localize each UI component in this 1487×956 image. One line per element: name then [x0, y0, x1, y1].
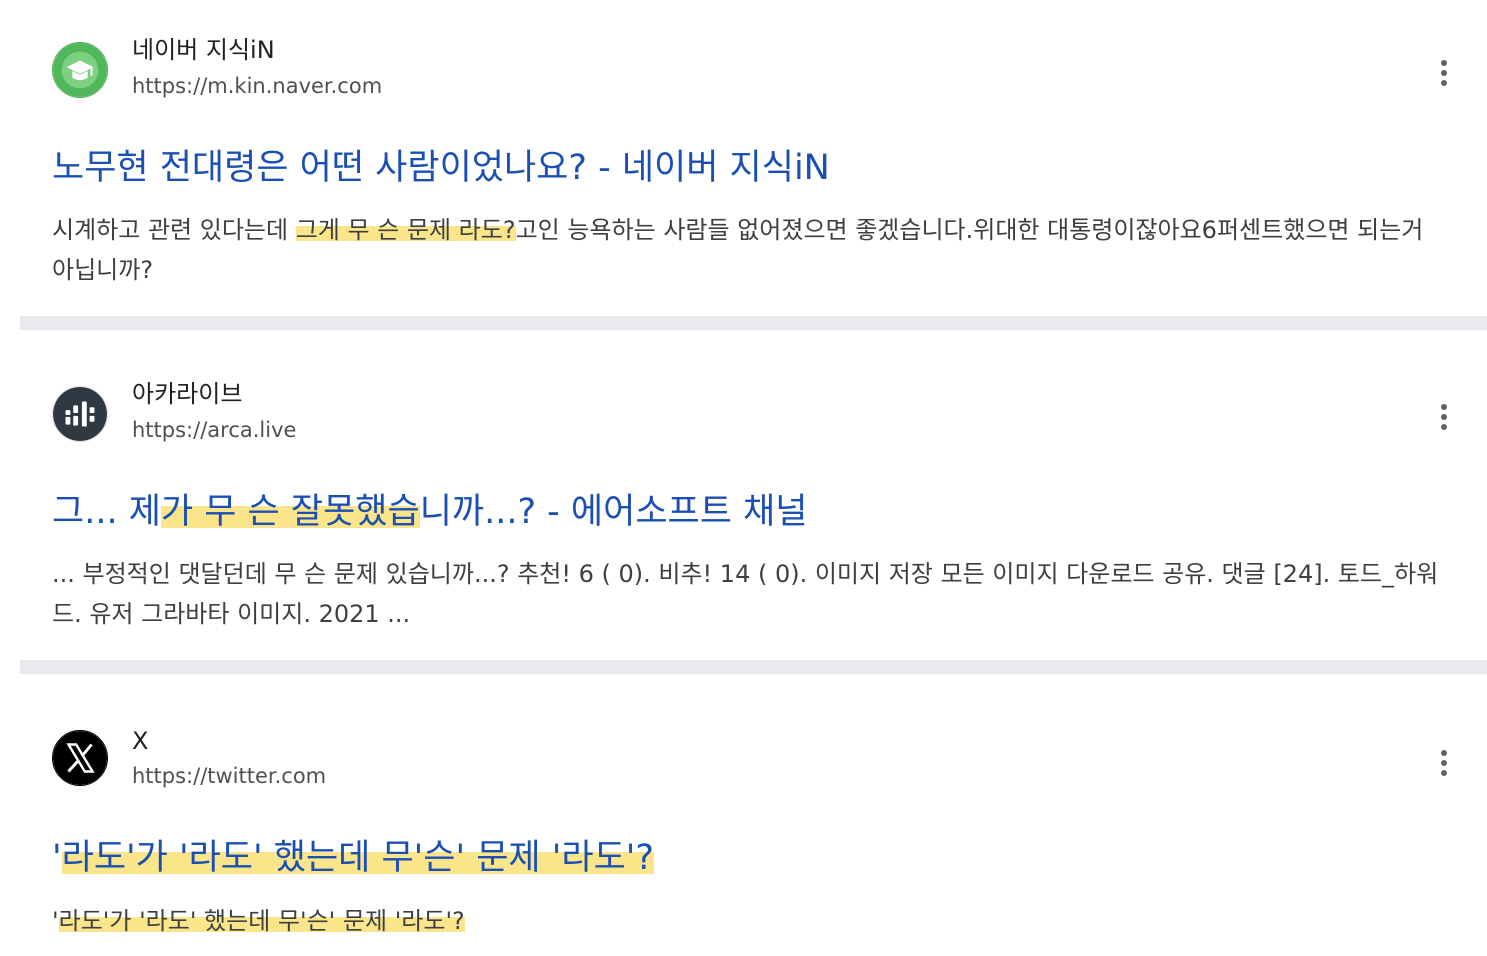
more-vert-icon[interactable]: [1426, 53, 1462, 93]
search-result: 아카라이브 https://arca.live 그... 제가 무 슨 잘못했습…: [0, 330, 1487, 660]
site-name: X: [132, 727, 149, 755]
result-title-link[interactable]: '라도'가 '라도' 했는데 무'슨' 문제 '라도'?: [52, 836, 654, 880]
arca-logo-icon[interactable]: [52, 386, 108, 442]
title-text: 그... 제: [52, 492, 161, 532]
result-divider: [20, 660, 1487, 674]
snippet-highlight: 라도'가 '라도' 했는데 무'슨' 문제 '라도'?: [58, 907, 465, 935]
search-result: X https://twitter.com '라도'가 '라도' 했는데 무'슨…: [0, 674, 1487, 956]
graduation-cap-icon[interactable]: [52, 42, 108, 98]
title-text: ': [52, 838, 62, 878]
snippet-highlight: 그게 무 슨 문제 라도?: [295, 216, 516, 244]
site-url[interactable]: https://m.kin.naver.com: [132, 72, 382, 100]
result-divider: [20, 316, 1487, 330]
x-logo-icon[interactable]: [52, 730, 108, 786]
snippet-text: 시계하고 관련 있다는데: [52, 216, 296, 244]
site-url[interactable]: https://twitter.com: [132, 762, 326, 790]
more-vert-icon[interactable]: [1426, 743, 1462, 783]
title-highlight: 가 무 슨 잘못했습: [160, 492, 420, 532]
title-text: 니까...? - 에어소프트 채널: [419, 492, 808, 532]
site-url[interactable]: https://arca.live: [132, 416, 296, 444]
result-snippet: '라도'가 '라도' 했는데 무'슨' 문제 '라도'?: [52, 901, 1452, 941]
site-name: 네이버 지식iN: [132, 36, 275, 64]
snippet-text: ': [52, 907, 59, 935]
search-result: 네이버 지식iN https://m.kin.naver.com 노무현 전대령…: [0, 0, 1487, 316]
result-title-link[interactable]: 그... 제가 무 슨 잘못했습니까...? - 에어소프트 채널: [52, 490, 807, 534]
result-title-link[interactable]: 노무현 전대령은 어떤 사람이었나요? - 네이버 지식iN: [52, 146, 830, 190]
result-snippet: 시계하고 관련 있다는데 그게 무 슨 문제 라도?고인 능욕하는 사람들 없어…: [52, 210, 1452, 290]
more-vert-icon[interactable]: [1426, 397, 1462, 437]
title-highlight: 라도'가 '라도' 했는데 무'슨' 문제 '라도'?: [61, 838, 654, 878]
site-name: 아카라이브: [132, 380, 243, 408]
result-snippet: ... 부정적인 댓달던데 무 슨 문제 있습니까...? 추천! 6 ( 0)…: [52, 560, 1439, 628]
